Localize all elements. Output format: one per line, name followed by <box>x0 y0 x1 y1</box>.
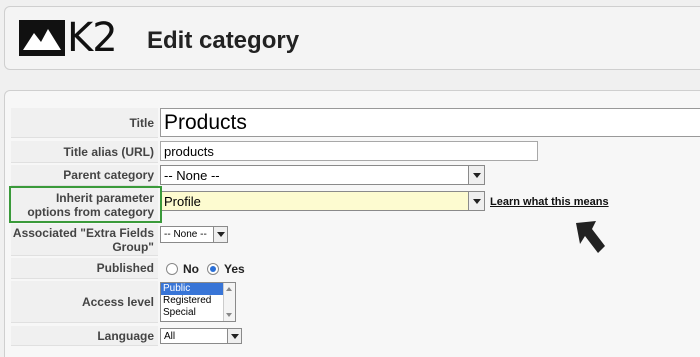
title-value: Products <box>164 110 247 134</box>
parent-category-select[interactable]: -- None -- <box>160 165 485 185</box>
alias-label: Title alias (URL) <box>11 141 158 163</box>
published-yes-radio[interactable]: Yes <box>207 262 245 276</box>
mountain-logo-icon <box>19 20 65 56</box>
access-label: Access level <box>11 281 158 323</box>
title-label: Title <box>11 108 158 138</box>
chevron-down-icon[interactable] <box>227 329 241 343</box>
logo-text: K2 <box>67 15 118 61</box>
chevron-down-icon[interactable] <box>468 166 484 184</box>
scroll-down-icon[interactable] <box>226 313 232 317</box>
header-bar: K2 Edit category <box>4 6 700 70</box>
language-select[interactable]: All <box>160 328 242 344</box>
language-label: Language <box>11 326 158 346</box>
scroll-up-icon[interactable] <box>226 287 232 291</box>
inherit-value: Profile <box>164 193 201 209</box>
radio-button[interactable] <box>166 262 178 275</box>
parent-value: -- None -- <box>164 167 220 183</box>
row-title: Title Products <box>11 108 700 138</box>
extra-fields-label-line2: Group" <box>112 239 154 254</box>
published-no-radio[interactable]: No <box>166 262 199 276</box>
published-yes-label: Yes <box>224 261 245 276</box>
chevron-down-icon[interactable] <box>213 227 227 242</box>
access-level-listbox[interactable]: Public Registered Special <box>160 282 236 322</box>
title-input[interactable]: Products <box>160 108 700 137</box>
scrollbar[interactable] <box>223 283 235 321</box>
language-value: All <box>164 330 176 342</box>
extra-fields-value: -- None -- <box>164 229 207 240</box>
alias-value: products <box>164 143 214 159</box>
arrow-icon <box>576 221 605 253</box>
page: K2 Edit category Title Products Title al… <box>0 0 700 357</box>
learn-more-link[interactable]: Learn what this means <box>490 196 609 208</box>
annotation-highlight-box <box>9 186 162 223</box>
page-title: Edit category <box>147 27 300 54</box>
published-label: Published <box>11 258 158 279</box>
alias-input[interactable]: products <box>160 141 538 161</box>
extra-fields-label: Associated "Extra Fields Group" <box>11 224 158 256</box>
k2-logo: K2 <box>19 15 118 61</box>
extra-fields-label-line1: Associated "Extra Fields <box>12 225 154 240</box>
chevron-down-icon[interactable] <box>468 192 484 210</box>
extra-fields-select[interactable]: -- None -- <box>160 226 228 243</box>
published-no-label: No <box>183 261 199 276</box>
inherit-category-select[interactable]: Profile <box>160 191 485 211</box>
parent-label: Parent category <box>11 165 158 186</box>
radio-button-checked[interactable] <box>207 262 219 275</box>
